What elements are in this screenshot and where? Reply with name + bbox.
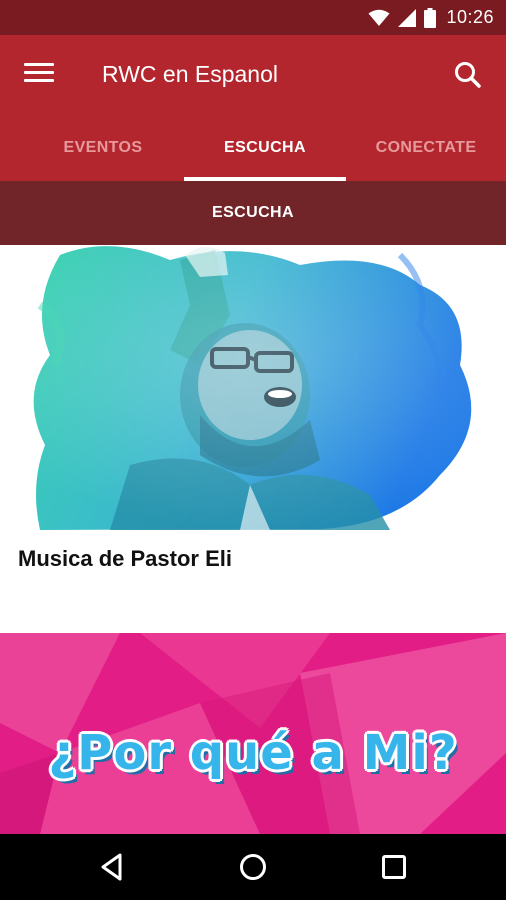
tab-escucha[interactable]: ESCUCHA xyxy=(184,115,346,181)
hamburger-menu-icon[interactable] xyxy=(24,63,54,87)
section-header: ESCUCHA xyxy=(0,181,506,245)
wifi-icon xyxy=(368,9,390,26)
status-bar: 10:26 xyxy=(0,0,506,35)
promo-banner[interactable]: ¿Por qué a Mi? xyxy=(0,633,506,834)
tab-conectate[interactable]: CONECTATE xyxy=(346,115,506,181)
battery-icon xyxy=(424,7,437,28)
card-image xyxy=(0,245,506,530)
back-icon[interactable] xyxy=(96,851,128,883)
signal-icon xyxy=(398,8,417,27)
system-nav-bar xyxy=(0,834,506,900)
banner-text: ¿Por qué a Mi? xyxy=(48,725,458,781)
search-icon[interactable] xyxy=(452,59,484,91)
status-icons xyxy=(368,7,437,28)
card-title: Musica de Pastor Eli xyxy=(18,546,232,571)
tab-eventos[interactable]: EVENTOS xyxy=(20,115,186,181)
app-title: RWC en Espanol xyxy=(102,61,278,87)
media-card[interactable]: Musica de Pastor Eli xyxy=(0,245,506,633)
status-time: 10:26 xyxy=(446,7,494,27)
home-icon[interactable] xyxy=(237,851,269,883)
tab-bar: EVENTOS ESCUCHA CONECTATE xyxy=(0,115,506,181)
recents-icon[interactable] xyxy=(378,851,410,883)
app-bar: RWC en Espanol xyxy=(0,35,506,115)
